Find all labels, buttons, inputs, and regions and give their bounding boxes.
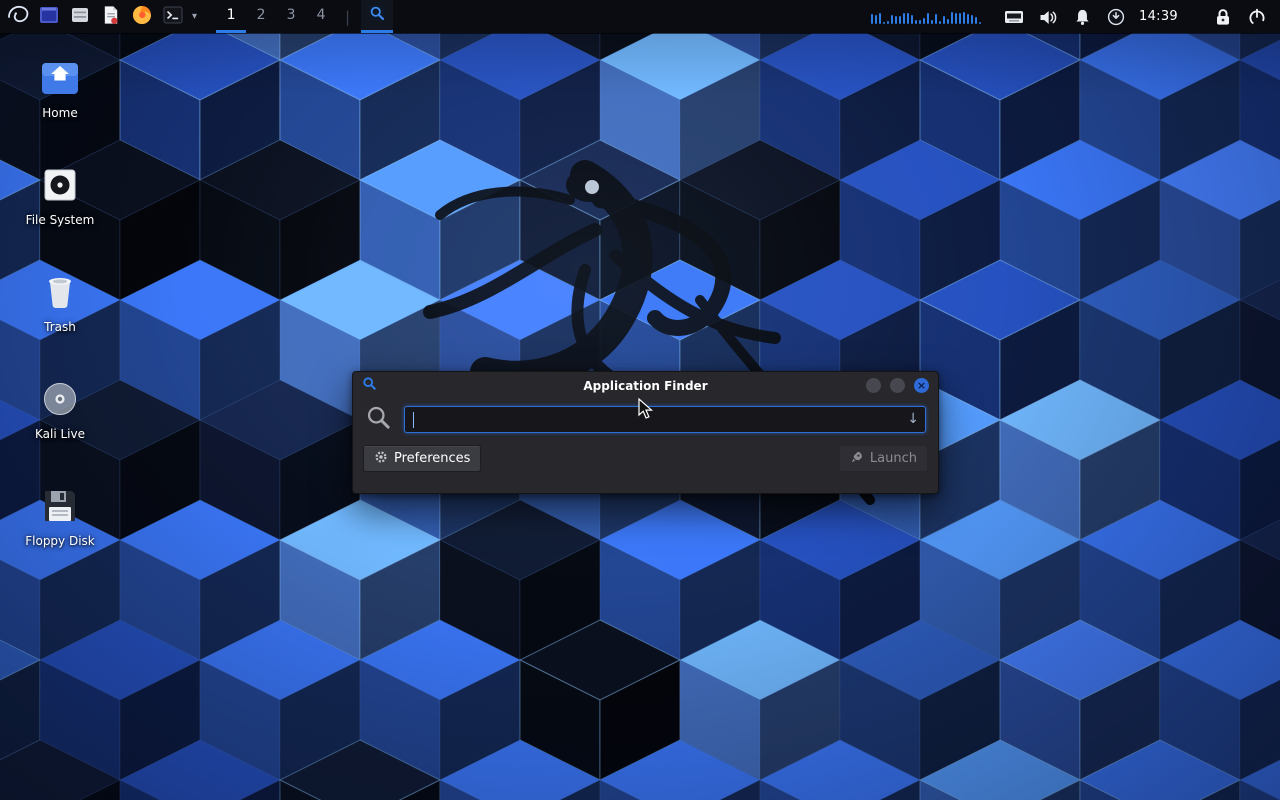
kali-menu-button[interactable] (4, 2, 32, 31)
desktop-icon-label: Kali Live (32, 427, 88, 441)
workspace-4[interactable]: 4 (306, 0, 336, 33)
desktop-icon-trash[interactable]: Trash (12, 268, 108, 335)
firefox-icon (131, 4, 153, 30)
window-titlebar-icon (362, 376, 377, 395)
desktop-icon-home[interactable]: Home (12, 54, 108, 121)
workspace-2[interactable]: 2 (246, 0, 276, 33)
floppy-disk-icon (12, 482, 108, 530)
gear-icon (374, 450, 388, 468)
top-panel: ▾ 1 2 3 4 | 14:39 (0, 0, 1280, 33)
volume-icon[interactable] (1037, 5, 1059, 29)
titlebar[interactable]: Application Finder × (353, 372, 938, 399)
application-finder-taskbar-icon (368, 4, 386, 26)
application-finder-window: Application Finder × ↓ Preferences (352, 371, 939, 494)
terminal-icon (162, 4, 184, 30)
desktop-icon-label: File System (23, 213, 98, 227)
desktop-icon-file-system[interactable]: File System (12, 161, 108, 228)
cd-disc-icon (12, 375, 108, 423)
kali-logo-icon (6, 3, 30, 31)
search-row: ↓ (353, 399, 938, 438)
launch-button[interactable]: Launch (839, 445, 928, 472)
desktop-icon-label: Home (39, 106, 80, 120)
workspace-3[interactable]: 3 (276, 0, 306, 33)
search-icon (365, 404, 392, 435)
dropdown-arrow-icon[interactable]: ↓ (907, 410, 919, 428)
file-system-icon (12, 161, 108, 209)
preferences-label: Preferences (394, 451, 470, 466)
keyboard-layout-icon[interactable] (1003, 5, 1025, 29)
window-title: Application Finder (353, 379, 938, 393)
home-icon (12, 54, 108, 102)
desktop-icon-floppy-disk[interactable]: Floppy Disk (12, 482, 108, 549)
notifications-bell-icon[interactable] (1071, 5, 1093, 29)
launcher-window-app[interactable] (35, 2, 63, 31)
system-monitor-graph[interactable] (871, 9, 981, 24)
workspace-1[interactable]: 1 (216, 0, 246, 33)
preferences-button[interactable]: Preferences (363, 445, 481, 472)
launcher-text-editor[interactable] (97, 2, 125, 31)
minimize-button[interactable] (866, 378, 881, 393)
logout-power-icon[interactable] (1246, 5, 1268, 29)
close-icon: × (917, 380, 926, 391)
maximize-button[interactable] (890, 378, 905, 393)
launcher-firefox[interactable] (128, 2, 156, 31)
text-caret (413, 412, 414, 428)
clock[interactable]: 14:39 (1139, 9, 1178, 24)
file-manager-icon (69, 4, 91, 30)
button-row: Preferences Launch (353, 438, 938, 472)
launch-label: Launch (870, 451, 917, 466)
close-button[interactable]: × (914, 378, 929, 393)
trash-icon (12, 268, 108, 316)
desktop-icon-label: Trash (41, 320, 79, 334)
text-editor-icon (101, 4, 121, 30)
taskbar-application-finder[interactable] (361, 0, 393, 33)
lock-screen-icon[interactable] (1212, 5, 1234, 29)
workspace-switcher: 1 2 3 4 (216, 0, 336, 33)
panel-tray: 14:39 (871, 5, 1274, 29)
chevron-down-icon[interactable]: ▾ (190, 11, 199, 22)
launcher-terminal[interactable] (159, 2, 187, 31)
launch-icon (850, 450, 864, 468)
desktop-icon-label: Floppy Disk (22, 534, 98, 548)
launcher-file-manager[interactable] (66, 2, 94, 31)
updates-icon[interactable] (1105, 5, 1127, 29)
search-input[interactable] (404, 406, 926, 433)
panel-separator: | (345, 8, 350, 26)
window-app-icon (38, 4, 60, 30)
desktop-icon-kali-live[interactable]: Kali Live (12, 375, 108, 442)
window-controls: × (866, 378, 929, 393)
